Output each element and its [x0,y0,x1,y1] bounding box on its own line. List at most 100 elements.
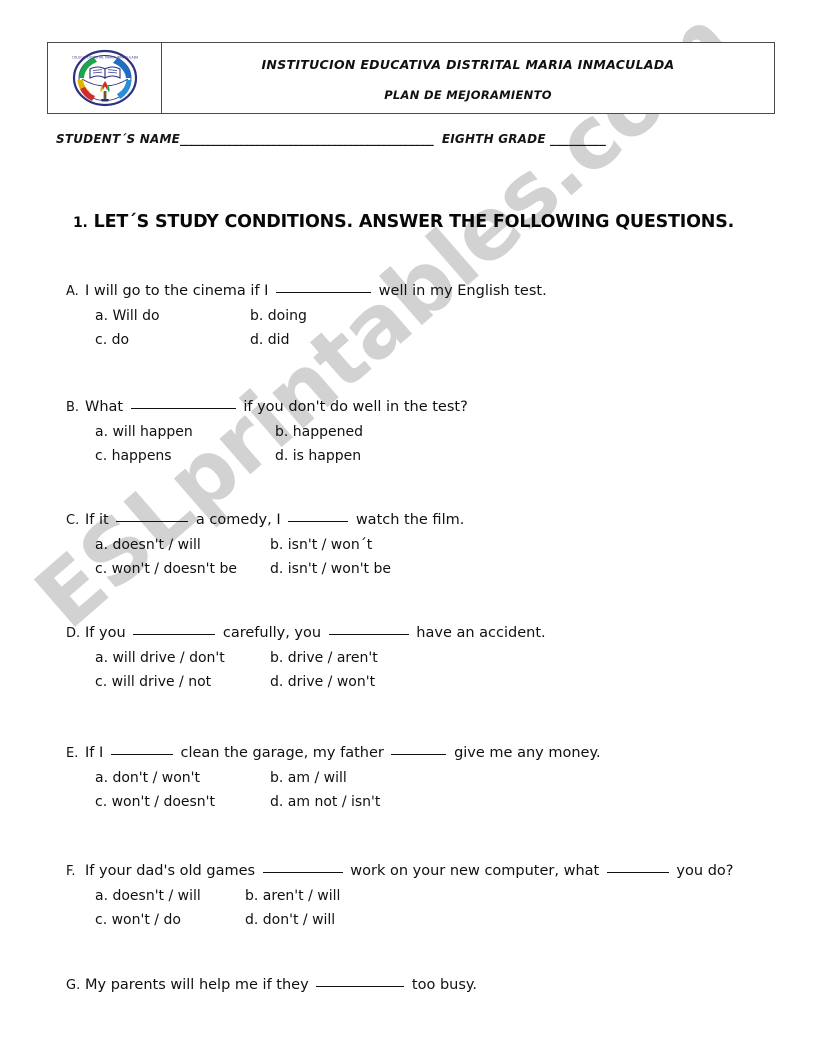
option-row: c. won't / doesn't be d. isn't / won't be [95,561,806,577]
question-text-segment: you do? [671,863,734,879]
option-choice[interactable]: d. is happen [275,448,361,464]
answer-blank[interactable] [316,974,405,987]
option-choice[interactable]: b. drive / aren't [270,650,378,666]
option-choice[interactable]: c. won't / do [95,912,245,928]
option-row: c. will drive / not d. drive / won't [95,674,806,690]
question-stem: C. If it a comedy, I watch the film. [66,509,806,529]
question-text-segment: My parents will help me if they [85,977,314,993]
answer-blank[interactable] [116,509,189,522]
grade-label: EIGHTH GRADE [441,132,546,146]
option-row: a. Will do b. doing [95,308,806,324]
question-text-segment: clean the garage, my father [175,745,389,761]
institution-title: INSTITUCION EDUCATIVA DISTRITAL MARIA IN… [261,56,675,72]
answer-blank[interactable] [288,509,349,522]
option-choice[interactable]: c. won't / doesn't be [95,561,270,577]
answer-blank[interactable] [262,860,343,873]
question-c: C. If it a comedy, I watch the film. a. do… [66,509,806,587]
option-choice[interactable]: d. am not / isn't [270,794,380,810]
option-row: a. doesn't / will b. isn't / won´t [95,537,806,553]
question-text-segment: watch the film. [351,512,465,528]
question-options: a. doesn't / will b. aren't / will c. won'… [95,888,806,929]
option-row: a. will drive / don't b. drive / aren't [95,650,806,666]
question-text-segment: If your dad's old games [85,863,260,879]
option-row: a. doesn't / will b. aren't / will [95,888,806,904]
question-letter: G. [66,978,81,993]
option-row: a. don't / won't b. am / will [95,770,806,786]
option-choice[interactable]: c. won't / doesn't [95,794,270,810]
worksheet-page: ESLprintables.com COLEGIO DISTRITAL MARI… [0,0,821,1063]
question-text-segment: What [85,399,128,415]
option-row: c. do d. did [95,332,806,348]
option-choice[interactable]: a. will happen [95,424,275,440]
question-letter: E. [66,746,79,761]
question-text-segment: well in my English test. [374,283,547,299]
question-options: a. doesn't / will b. isn't / won´t c. won'… [95,537,806,578]
question-options: a. will drive / don't b. drive / aren't c.… [95,650,806,691]
option-row: c. won't / doesn't d. am not / isn't [95,794,806,810]
grade-blank[interactable]: _________ [550,132,606,146]
header-table: COLEGIO DISTRITAL MARIA INMACULADA INSTI… [47,42,775,114]
answer-blank[interactable] [606,860,669,873]
question-text-segment: I will go to the cinema if I [85,283,274,299]
answer-blank[interactable] [276,280,372,293]
question-stem: A. I will go to the cinema if I well in m… [66,280,806,300]
option-choice[interactable]: a. doesn't / will [95,888,245,904]
answer-blank[interactable] [133,622,216,635]
option-row: c. happens d. is happen [95,448,806,464]
option-choice[interactable]: d. did [250,332,289,348]
option-choice[interactable]: b. isn't / won´t [270,537,372,553]
answer-blank[interactable] [328,622,409,635]
student-name-blank[interactable]: ________________________________________… [180,132,434,146]
question-stem: G. My parents will help me if they too bu… [66,974,806,994]
question-text-segment: work on your new computer, what [345,863,604,879]
question-g: G. My parents will help me if they too bu… [66,974,806,994]
option-choice[interactable]: d. isn't / won't be [270,561,391,577]
question-e: E. If I clean the garage, my father give … [66,742,806,820]
option-choice[interactable]: c. do [95,332,250,348]
question-b: B. What if you don't do well in the test?… [66,396,806,474]
question-text-segment: if you don't do well in the test? [238,399,468,415]
question-text-segment: give me any money. [449,745,601,761]
question-text-segment: If you [85,625,131,641]
section-number: 1. [73,215,88,231]
option-choice[interactable]: a. doesn't / will [95,537,270,553]
question-letter: A. [66,284,79,299]
question-text-segment: If I [85,745,108,761]
svg-text:COLEGIO DISTRITAL MARIA INMACU: COLEGIO DISTRITAL MARIA INMACULADA [72,56,138,60]
option-choice[interactable]: c. happens [95,448,275,464]
question-stem: D. If you carefully, you have an accident… [66,622,806,642]
question-a: A. I will go to the cinema if I well in m… [66,280,806,358]
answer-blank[interactable] [110,742,173,755]
question-letter: B. [66,400,80,415]
student-info-line: STUDENT´S NAME__________________________… [56,132,606,146]
option-choice[interactable]: b. am / will [270,770,347,786]
question-stem: F. If your dad's old games work on your n… [66,860,806,880]
option-choice[interactable]: d. drive / won't [270,674,375,690]
school-crest-icon: COLEGIO DISTRITAL MARIA INMACULADA [72,49,138,107]
question-text-segment: carefully, you [218,625,326,641]
option-choice[interactable]: b. aren't / will [245,888,340,904]
option-choice[interactable]: d. don't / will [245,912,335,928]
question-letter: F. [66,864,76,879]
section-title: LET´S STUDY CONDITIONS. ANSWER THE FOLLO… [93,212,735,232]
question-options: a. don't / won't b. am / will c. won't / d… [95,770,806,811]
option-choice[interactable]: a. don't / won't [95,770,270,786]
option-choice[interactable]: a. will drive / don't [95,650,270,666]
answer-blank[interactable] [391,742,447,755]
question-text-segment: If it [85,512,114,528]
option-choice[interactable]: c. will drive / not [95,674,270,690]
question-text-segment: too busy. [407,977,478,993]
option-choice[interactable]: b. doing [250,308,307,324]
option-row: c. won't / do d. don't / will [95,912,806,928]
option-choice[interactable]: a. Will do [95,308,250,324]
option-choice[interactable]: b. happened [275,424,363,440]
question-options: a. Will do b. doing c. do d. did [95,308,806,349]
logo-cell: COLEGIO DISTRITAL MARIA INMACULADA [48,43,162,113]
question-text-segment: have an accident. [411,625,546,641]
student-name-label: STUDENT´S NAME [56,132,181,146]
question-stem: B. What if you don't do well in the test? [66,396,806,416]
answer-blank[interactable] [130,396,236,409]
plan-title: PLAN DE MEJORAMIENTO [384,87,552,102]
question-d: D. If you carefully, you have an accident… [66,622,806,700]
question-options: a. will happen b. happened c. happens d. is… [95,424,806,465]
